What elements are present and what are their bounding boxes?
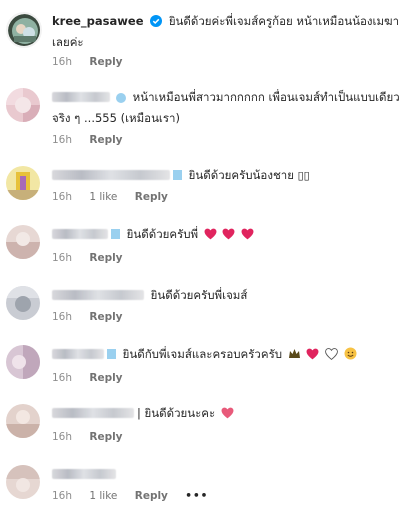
- verified-badge-icon: [107, 349, 116, 359]
- reply-button[interactable]: Reply: [89, 252, 122, 264]
- commenter-avatar[interactable]: [6, 404, 40, 438]
- black-crown-icon: [288, 347, 301, 366]
- commenter-avatar[interactable]: [6, 88, 40, 122]
- like-count[interactable]: 1 like: [89, 490, 117, 502]
- like-count[interactable]: 1 like: [89, 191, 117, 203]
- verified-badge-icon: [111, 229, 120, 239]
- reply-button[interactable]: Reply: [135, 490, 168, 502]
- author-avatar-image: [8, 14, 40, 46]
- commenter-avatar[interactable]: [6, 166, 40, 200]
- comment-time: 16h: [52, 372, 73, 384]
- divider-bar: |: [137, 406, 141, 420]
- comment-text-line1: ยินดีด้วยนะคะ: [144, 406, 216, 420]
- comment-time: 16h: [52, 311, 73, 323]
- author-avatar[interactable]: [6, 12, 42, 48]
- more-options-icon[interactable]: •••: [185, 490, 208, 502]
- redacted-username: [52, 408, 134, 418]
- comment-time: 16h: [52, 134, 73, 146]
- redacted-username: [52, 290, 144, 300]
- commenter-avatar[interactable]: [6, 465, 40, 499]
- caption-time: 16h: [52, 56, 73, 68]
- commenter-avatar[interactable]: [6, 345, 40, 379]
- comment-time: 16h: [52, 191, 73, 203]
- unsupported-emoji-icon: ▯▯: [297, 169, 310, 182]
- verified-badge-icon: [116, 90, 126, 109]
- smiling-face-icon: [344, 347, 357, 366]
- red-heart-icon: [204, 227, 217, 246]
- reply-button[interactable]: Reply: [89, 311, 122, 323]
- reply-button[interactable]: Reply: [135, 191, 168, 203]
- redacted-username: [52, 170, 170, 180]
- redacted-username: [52, 469, 116, 479]
- caption-reply-button[interactable]: Reply: [89, 56, 122, 68]
- verified-badge-icon: [173, 170, 182, 180]
- comment-time: 16h: [52, 490, 73, 502]
- redacted-username: [52, 349, 104, 359]
- comment-text-line1: ยินดีด้วยครับพี่: [126, 227, 199, 241]
- redacted-username: [52, 229, 108, 239]
- comment-text-line1: ยินดีด้วยครับน้องชาย: [188, 168, 294, 182]
- comment-text-line1: หน้าเหมือนพี่สาวมากกกกก เพื่อนเจมส์ทำเป็…: [132, 90, 400, 104]
- comment-text-line2: จริง ๆ ...555 (เหมือนเรา): [52, 111, 180, 125]
- verified-badge-icon: [150, 14, 163, 33]
- comment-time: 16h: [52, 431, 73, 443]
- comment-text-line1: ยินดีด้วยครับพี่เจมส์: [150, 288, 248, 302]
- red-heart-icon: [222, 227, 235, 246]
- red-heart-icon: [241, 227, 254, 246]
- commenter-avatar[interactable]: [6, 225, 40, 259]
- commenter-avatar[interactable]: [6, 286, 40, 320]
- red-heart-icon: [306, 347, 319, 366]
- reply-button[interactable]: Reply: [89, 372, 122, 384]
- author-username[interactable]: kree_pasawee: [52, 14, 144, 28]
- reply-button[interactable]: Reply: [89, 431, 122, 443]
- heart-icon: [221, 406, 234, 425]
- caption-text-line1: ยินดีด้วยค่ะพี่เจมส์ครูก้อย หน้าเหมือนน้…: [168, 14, 400, 28]
- comment-time: 16h: [52, 252, 73, 264]
- white-heart-icon: [325, 347, 338, 366]
- redacted-username: [52, 92, 110, 102]
- comment-text-line1: ยินดีกับพี่เจมส์และครอบครัวครับ: [122, 347, 283, 361]
- caption-text-line2: เลยค่ะ: [52, 35, 84, 49]
- reply-button[interactable]: Reply: [89, 134, 122, 146]
